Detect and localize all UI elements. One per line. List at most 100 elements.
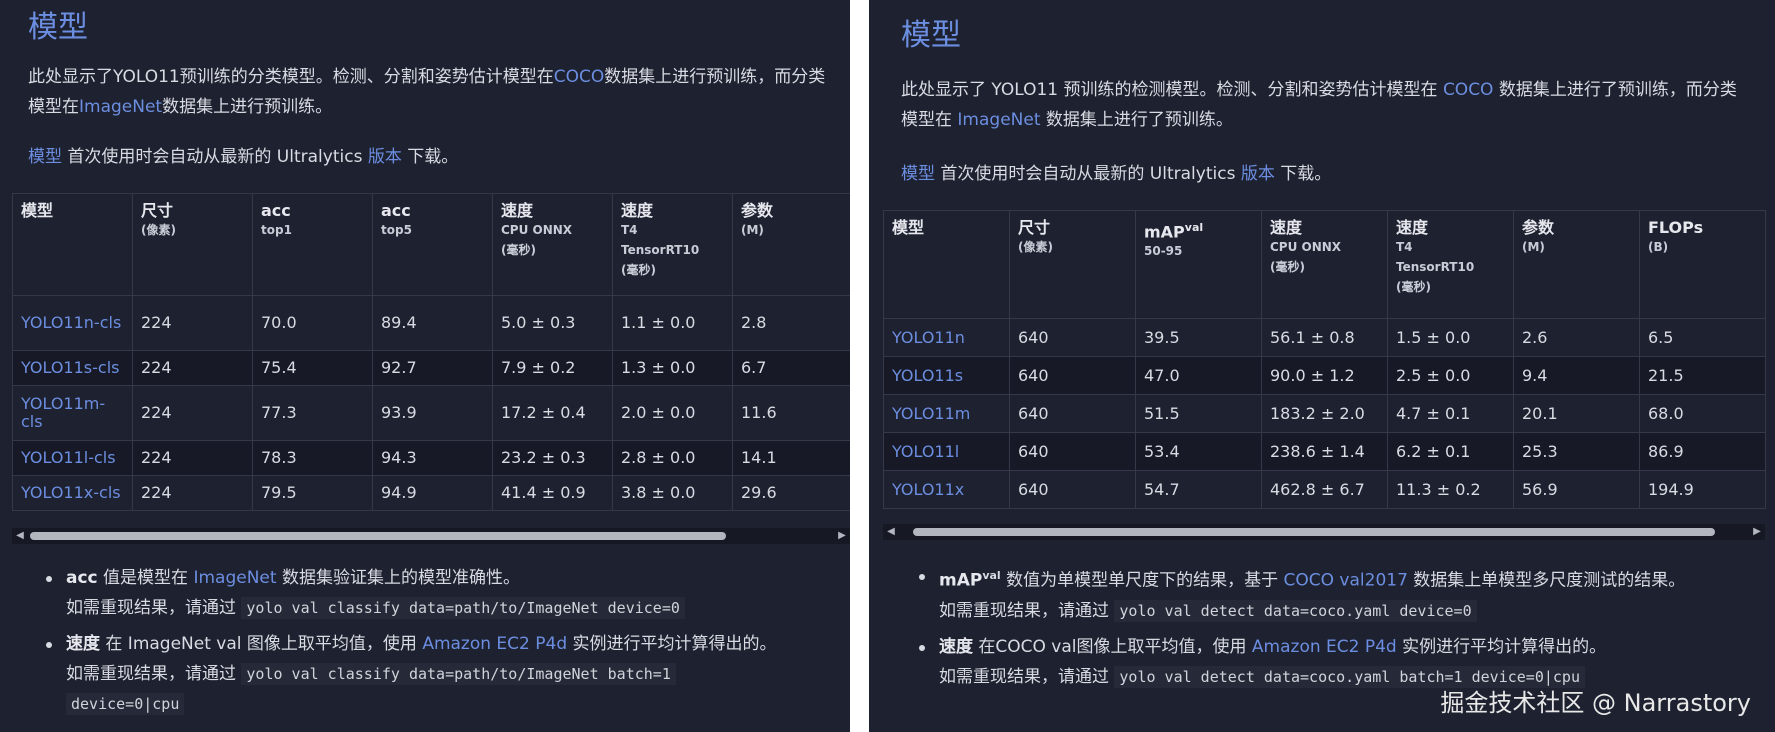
table-cell: 54.7 [1135, 470, 1262, 509]
right-table-scrollbar[interactable]: ◀ ▶ [883, 524, 1765, 540]
left-models-link[interactable]: 模型 [28, 147, 62, 167]
model-link[interactable]: YOLO11s [883, 356, 1010, 395]
table-cell: 640 [1009, 432, 1136, 471]
right-note-map: mAPval 数值为单模型单尺度下的结果，基于 COCO val2017 数据集… [919, 561, 1759, 626]
left-note-acc-command: yolo val classify data=path/to/ImageNet … [241, 597, 685, 619]
table-cell: 17.2 ± 0.4 [492, 385, 613, 441]
table-row: YOLO11s-cls 224 75.4 92.7 7.9 ± 0.2 1.3 ± 0.0… [12, 350, 850, 386]
table-cell: 14.1 [732, 440, 850, 476]
scroll-right-arrow-icon[interactable]: ▶ [1749, 524, 1765, 540]
scroll-left-arrow-icon[interactable]: ◀ [883, 524, 899, 540]
table-cell: 6.2 ± 0.1 [1387, 432, 1514, 471]
table-cell: 21.5 [1639, 356, 1766, 395]
right-table-header-row: 模型 尺寸 (像素) mAPval 50-95 速度 CPU ONNX (毫秒) 速度 T… [883, 210, 1766, 319]
table-cell: 92.7 [372, 350, 493, 386]
table-cell: 224 [132, 440, 253, 476]
table-cell: 25.3 [1513, 432, 1640, 471]
header-speed-cpu: 速度 CPU ONNX (毫秒) [1261, 210, 1388, 319]
left-note-acc: acc 值是模型在 ImageNet 数据集验证集上的模型准确性。 如需重现结果… [46, 563, 836, 623]
left-models-table: 模型 尺寸 (像素) acc top1 acc top5 速度 CPU ONNX (毫秒)… [12, 193, 850, 511]
table-cell: 51.5 [1135, 394, 1262, 433]
right-scroll-thumb[interactable] [913, 528, 1715, 536]
table-cell: 9.4 [1513, 356, 1640, 395]
left-notes-list: acc 值是模型在 ImageNet 数据集验证集上的模型准确性。 如需重现结果… [46, 563, 836, 719]
model-link[interactable]: YOLO11n-cls [12, 295, 133, 351]
table-cell: 2.6 [1513, 318, 1640, 357]
left-coco-link[interactable]: COCO [554, 67, 605, 87]
header-params: 参数 (M) [1513, 210, 1640, 319]
table-cell: 2.5 ± 0.0 [1387, 356, 1514, 395]
table-cell: 11.3 ± 0.2 [1387, 470, 1514, 509]
header-params: 参数 (M) [732, 193, 850, 296]
right-page-title: 模型 [901, 18, 961, 53]
right-imagenet-link[interactable]: ImageNet [957, 110, 1040, 130]
left-imagenet-link[interactable]: ImageNet [79, 97, 162, 117]
left-note-speed: 速度 在 ImageNet val 图像上取平均值，使用 Amazon EC2 … [46, 629, 836, 719]
table-cell: 86.9 [1639, 432, 1766, 471]
table-row: YOLO11x-cls 224 79.5 94.9 41.4 ± 0.9 3.8 ± 0.… [12, 475, 850, 511]
header-acc-top5: acc top5 [372, 193, 493, 296]
table-row: YOLO11l-cls 224 78.3 94.3 23.2 ± 0.3 2.8 ± 0.… [12, 440, 850, 476]
header-size: 尺寸 (像素) [1009, 210, 1136, 319]
right-intro-paragraph: 此处显示了 YOLO11 预训练的检测模型。检测、分割和姿势估计模型在 COCO… [901, 80, 1737, 130]
right-release-link[interactable]: 版本 [1241, 164, 1275, 184]
right-doc-panel: 模型 此处显示了 YOLO11 预训练的检测模型。检测、分割和姿势估计模型在 C… [869, 0, 1775, 732]
header-size: 尺寸 (像素) [132, 193, 253, 296]
table-cell: 224 [132, 295, 253, 351]
table-cell: 53.4 [1135, 432, 1262, 471]
right-notes-list: mAPval 数值为单模型单尺度下的结果，基于 COCO val2017 数据集… [919, 561, 1759, 692]
right-note-coco-link[interactable]: COCO val2017 [1284, 571, 1408, 591]
model-link[interactable]: YOLO11l [883, 432, 1010, 471]
table-cell: 89.4 [372, 295, 493, 351]
model-link[interactable]: YOLO11s-cls [12, 350, 133, 386]
model-link[interactable]: YOLO11x-cls [12, 475, 133, 511]
table-cell: 1.1 ± 0.0 [612, 295, 733, 351]
table-cell: 183.2 ± 2.0 [1261, 394, 1388, 433]
right-models-link[interactable]: 模型 [901, 164, 935, 184]
table-cell: 78.3 [252, 440, 373, 476]
table-row: YOLO11l 640 53.4 238.6 ± 1.4 6.2 ± 0.1 25.3 86… [883, 432, 1766, 471]
header-speed-cpu: 速度 CPU ONNX (毫秒) [492, 193, 613, 296]
header-acc-top1: acc top1 [252, 193, 373, 296]
table-cell: 29.6 [732, 475, 850, 511]
left-note-speed-command: yolo val classify data=path/to/ImageNet … [241, 663, 676, 685]
table-cell: 238.6 ± 1.4 [1261, 432, 1388, 471]
table-cell: 6.7 [732, 350, 850, 386]
model-link[interactable]: YOLO11m [883, 394, 1010, 433]
model-link[interactable]: YOLO11n [883, 318, 1010, 357]
table-cell: 90.0 ± 1.2 [1261, 356, 1388, 395]
table-cell: 224 [132, 475, 253, 511]
left-scroll-thumb[interactable] [30, 532, 726, 540]
table-cell: 6.5 [1639, 318, 1766, 357]
model-link[interactable]: YOLO11x [883, 470, 1010, 509]
header-model: 模型 [12, 193, 133, 296]
left-download-note: 模型 首次使用时会自动从最新的 Ultralytics 版本 下载。 [28, 147, 459, 167]
table-cell: 68.0 [1639, 394, 1766, 433]
model-link[interactable]: YOLO11m-cls [12, 385, 133, 441]
left-table-scrollbar[interactable]: ◀ ▶ [12, 528, 850, 544]
left-note-ec2-link[interactable]: Amazon EC2 P4d [422, 634, 567, 654]
left-note-imagenet-link[interactable]: ImageNet [193, 568, 276, 588]
left-release-link[interactable]: 版本 [368, 147, 402, 167]
table-cell: 75.4 [252, 350, 373, 386]
table-cell: 2.8 [732, 295, 850, 351]
table-row: YOLO11n 640 39.5 56.1 ± 0.8 1.5 ± 0.0 2.6 6.5 [883, 318, 1766, 357]
table-row: YOLO11x 640 54.7 462.8 ± 6.7 11.3 ± 0.2 56.9 1… [883, 470, 1766, 509]
table-cell: 39.5 [1135, 318, 1262, 357]
table-cell: 4.7 ± 0.1 [1387, 394, 1514, 433]
table-cell: 20.1 [1513, 394, 1640, 433]
table-cell: 56.1 ± 0.8 [1261, 318, 1388, 357]
left-note-speed-command-cont: device=0|cpu [66, 693, 185, 715]
table-cell: 462.8 ± 6.7 [1261, 470, 1388, 509]
header-flops: FLOPs (B) [1639, 210, 1766, 319]
left-table-header-row: 模型 尺寸 (像素) acc top1 acc top5 速度 CPU ONNX (毫秒)… [12, 193, 850, 296]
table-cell: 224 [132, 385, 253, 441]
scroll-right-arrow-icon[interactable]: ▶ [834, 528, 850, 544]
model-link[interactable]: YOLO11l-cls [12, 440, 133, 476]
table-cell: 79.5 [252, 475, 373, 511]
table-cell: 56.9 [1513, 470, 1640, 509]
right-coco-link[interactable]: COCO [1443, 80, 1494, 100]
right-note-ec2-link[interactable]: Amazon EC2 P4d [1252, 637, 1397, 657]
header-model: 模型 [883, 210, 1010, 319]
scroll-left-arrow-icon[interactable]: ◀ [12, 528, 28, 544]
